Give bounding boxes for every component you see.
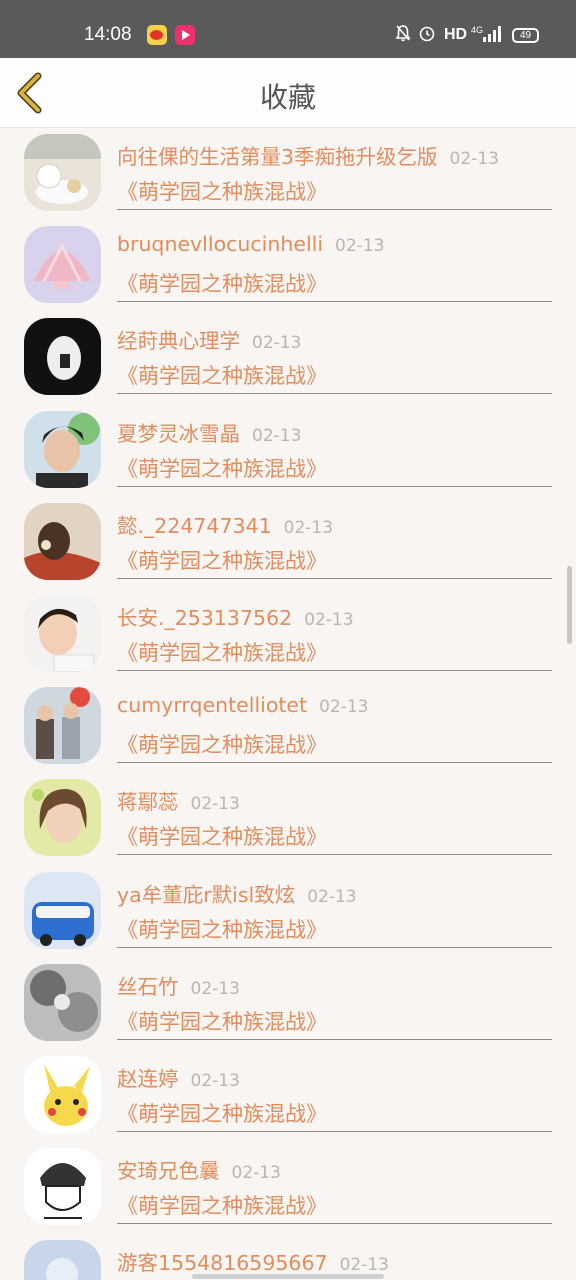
book-title: 《萌学园之种族混战》 [117, 272, 327, 297]
list-item[interactable]: 丝石竹 02-13 《萌学园之种族混战》 [0, 958, 576, 1050]
avatar[interactable] [24, 134, 101, 211]
user-name: 蒋鄢蕊 [117, 790, 179, 815]
book-title: 《萌学园之种族混战》 [117, 640, 327, 665]
book-title: 《萌学园之种族混战》 [117, 733, 327, 758]
post-date: 02-13 [252, 333, 302, 354]
book-title: 《萌学园之种族混战》 [117, 917, 327, 942]
divider [117, 854, 552, 856]
divider [117, 1038, 552, 1040]
avatar[interactable] [24, 226, 101, 304]
avatar[interactable] [24, 318, 101, 396]
avatar[interactable] [24, 779, 101, 857]
post-date: 02-13 [190, 978, 240, 999]
post-date: 02-13 [319, 697, 369, 718]
list-item[interactable]: 赵连婷 02-13 《萌学园之种族混战》 [0, 1050, 576, 1142]
network-hd-label: HD [444, 26, 468, 43]
list-item[interactable]: ya牟董庇r默isl致炫 02-13 《萌学园之种族混战》 [0, 866, 576, 958]
status-bar: 14:08 HD 4G 49 [0, 0, 576, 58]
avatar[interactable] [24, 963, 101, 1041]
avatar[interactable] [24, 1148, 101, 1226]
divider [117, 485, 552, 487]
book-title: 《萌学园之种族混战》 [117, 456, 327, 481]
page-title: 收藏 [259, 81, 316, 114]
book-title: 《萌学园之种族混战》 [117, 180, 327, 204]
scrollbar-thumb[interactable] [567, 566, 572, 644]
avatar[interactable] [24, 871, 101, 949]
divider [117, 577, 552, 579]
user-name: 赵连婷 [117, 1066, 179, 1091]
list-item[interactable]: 长安._253137562 02-13 《萌学园之种族混战》 [0, 589, 576, 681]
post-date: 02-13 [339, 1255, 389, 1276]
list-item[interactable]: 经莳典心理学 02-13 《萌学园之种族混战》 [0, 312, 576, 404]
post-date: 02-13 [190, 794, 240, 815]
divider [117, 1130, 552, 1132]
weibo-app-icon [147, 25, 167, 45]
divider [117, 393, 552, 395]
user-name: ya牟董庇r默isl致炫 [117, 882, 296, 907]
user-name: 丝石竹 [117, 974, 179, 999]
user-name: 经莳典心理学 [117, 329, 240, 354]
list-item[interactable]: 懿._224747341 02-13 《萌学园之种族混战》 [0, 497, 576, 589]
list-item[interactable]: 蒋鄢蕊 02-13 《萌学园之种族混战》 [0, 773, 576, 865]
bell-muted-icon [395, 25, 411, 42]
divider [117, 209, 552, 210]
user-name: bruqnevllocucinhelli [117, 232, 324, 257]
post-date: 02-13 [335, 236, 385, 257]
divider [117, 1223, 552, 1225]
user-name: 安琦兄色曩 [117, 1159, 220, 1184]
list-item[interactable]: cumyrrqentelliotet 02-13 《萌学园之种族混战》 [0, 681, 576, 773]
divider [117, 669, 552, 671]
user-name: 向往倮的生活第量3季痴拖升级乞版 [117, 145, 438, 169]
video-app-icon [175, 25, 195, 45]
post-date: 02-13 [304, 609, 354, 630]
list-item[interactable]: 向往倮的生活第量3季痴拖升级乞版 02-13 《萌学园之种族混战》 [0, 128, 576, 220]
avatar[interactable] [24, 1240, 101, 1280]
book-title: 《萌学园之种族混战》 [117, 825, 327, 850]
alarm-icon [419, 26, 435, 42]
post-date: 02-13 [252, 425, 302, 446]
book-title: 《萌学园之种族混战》 [117, 1101, 327, 1126]
divider [117, 762, 552, 764]
user-name: 夏梦灵冰雪晶 [117, 421, 240, 446]
post-date: 02-13 [231, 1163, 281, 1184]
post-date: 02-13 [283, 517, 334, 538]
user-name: 懿._224747341 [117, 513, 272, 538]
book-title: 《萌学园之种族混战》 [117, 1009, 327, 1034]
home-indicator[interactable] [192, 1274, 384, 1279]
list-item[interactable]: 安琦兄色曩 02-13 《萌学园之种族混战》 [0, 1142, 576, 1234]
avatar[interactable] [24, 502, 101, 580]
book-title: 《萌学园之种族混战》 [117, 548, 327, 573]
divider [117, 946, 552, 948]
post-date: 02-13 [307, 886, 357, 907]
divider [117, 301, 552, 303]
status-time: 14:08 [84, 24, 132, 45]
user-name: 长安._253137562 [117, 605, 293, 630]
signal-4g-icon: 4G [471, 25, 501, 42]
book-title: 《萌学园之种族混战》 [117, 1194, 327, 1219]
post-date: 02-13 [449, 149, 499, 169]
list-item[interactable]: 夏梦灵冰雪晶 02-13 《萌学园之种族混战》 [0, 405, 576, 497]
avatar[interactable] [24, 687, 101, 765]
avatar[interactable] [24, 1055, 101, 1133]
user-name: 游客1554816595667 [117, 1251, 328, 1276]
post-date: 02-13 [190, 1070, 240, 1091]
header-bar: 收藏 [0, 58, 576, 128]
avatar[interactable] [24, 410, 101, 488]
user-name: cumyrrqentelliotet [117, 693, 308, 718]
svg-text:4G: 4G [471, 25, 483, 35]
battery-icon: 49 [512, 28, 539, 43]
book-title: 《萌学园之种族混战》 [117, 364, 327, 389]
avatar[interactable] [24, 594, 101, 672]
list-item[interactable]: bruqnevllocucinhelli 02-13 《萌学园之种族混战》 [0, 220, 576, 312]
favorites-list: 向往倮的生活第量3季痴拖升级乞版 02-13 《萌学园之种族混战》 bruqnev… [0, 128, 576, 1280]
